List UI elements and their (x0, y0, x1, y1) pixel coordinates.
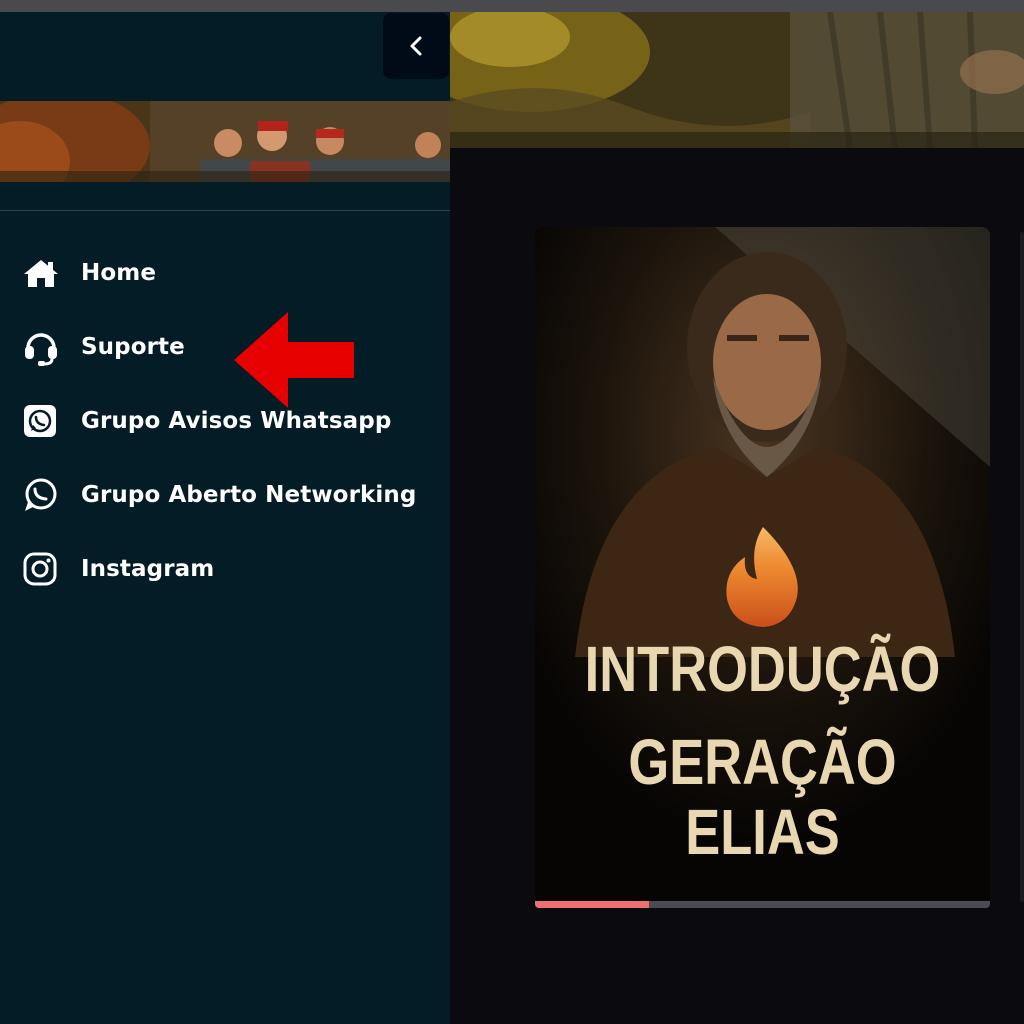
card-title-line2: GERAÇÃO ELIAS (576, 727, 949, 867)
card-title-line2-text: GERAÇÃO (628, 726, 897, 798)
sidebar-item-label: Home (81, 260, 157, 286)
sidebar-item-home[interactable]: Home (22, 253, 156, 293)
hero-banner-image (450, 12, 1024, 148)
headset-icon (22, 327, 62, 367)
sidebar-divider (0, 210, 450, 211)
whatsapp-icon (22, 475, 62, 515)
sidebar-item-instagram[interactable]: Instagram (22, 549, 214, 589)
chevron-left-icon (410, 36, 422, 56)
sidebar-item-suporte[interactable]: Suporte (22, 327, 185, 367)
collapse-sidebar-button[interactable] (383, 13, 449, 79)
card-title-line3-text: ELIAS (685, 796, 840, 868)
sidebar-banner-image (0, 101, 450, 182)
sidebar-item-label: Instagram (81, 556, 215, 582)
home-icon (22, 253, 62, 293)
sidebar-item-label: Grupo Aberto Networking (81, 482, 417, 508)
course-progress-bar (535, 901, 990, 908)
course-card[interactable]: INTRODUÇÃO GERAÇÃO ELIAS (535, 227, 990, 907)
sidebar-item-label: Grupo Avisos Whatsapp (81, 408, 392, 434)
course-progress-fill (535, 901, 649, 908)
sidebar: Home Suporte Grupo Avisos Whatsapp Grupo… (0, 12, 450, 1024)
card-title-line1: INTRODUÇÃO (584, 633, 941, 705)
main-content: INTRODUÇÃO GERAÇÃO ELIAS (450, 12, 1024, 1024)
whatsapp-square-icon (22, 401, 62, 441)
window-top-bar (0, 0, 1024, 12)
next-card-peek[interactable] (1020, 232, 1024, 902)
red-arrow-annotation-icon (234, 312, 354, 408)
sidebar-item-grupo-aberto-networking[interactable]: Grupo Aberto Networking (22, 475, 416, 515)
sidebar-item-label: Suporte (81, 334, 185, 360)
instagram-icon (22, 549, 62, 589)
